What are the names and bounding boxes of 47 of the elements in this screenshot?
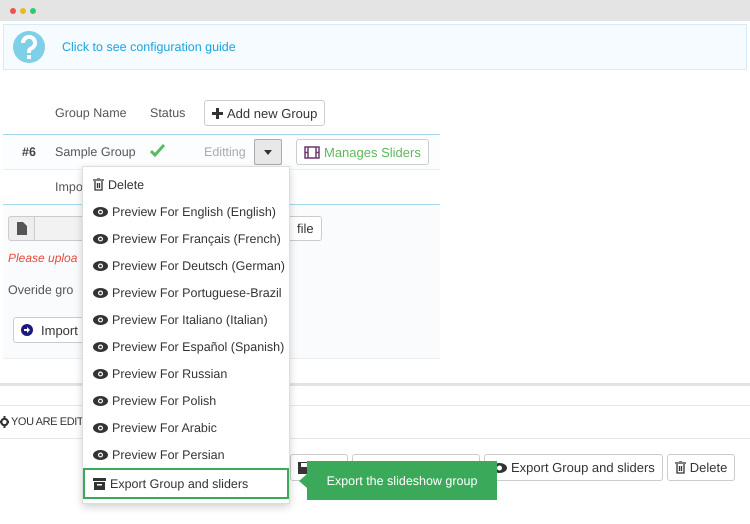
eye-icon	[93, 314, 108, 324]
arrow-circle-icon	[21, 324, 33, 336]
eye-icon	[93, 450, 108, 460]
trash-icon	[93, 178, 104, 191]
menu-item[interactable]: Export Group and sliders	[83, 468, 289, 499]
trash-icon	[674, 461, 686, 474]
eye-icon	[93, 368, 108, 378]
menu-item[interactable]: Preview For Deutsch (German)	[83, 252, 289, 279]
column-header: Group Name	[55, 106, 128, 120]
minimize-dot-icon[interactable]	[20, 8, 26, 14]
gear-icon	[0, 415, 9, 429]
film-icon	[304, 146, 320, 158]
menu-item[interactable]: Preview For Polish	[83, 387, 289, 414]
dropdown-toggle[interactable]	[254, 139, 282, 165]
tooltip-pointer	[299, 474, 307, 488]
eye-icon	[93, 288, 108, 298]
plus-icon	[212, 108, 223, 118]
import-label: Impo	[55, 180, 83, 194]
editing-label: Editting	[204, 145, 247, 159]
menu-item[interactable]: Preview For Persian	[83, 441, 289, 468]
export-button[interactable]: Export Group and sliders	[484, 454, 663, 481]
help-icon	[12, 30, 46, 64]
archive-icon	[93, 478, 106, 490]
eye-icon	[93, 234, 108, 244]
menu-item[interactable]: Preview For Español (Spanish)	[83, 333, 289, 360]
close-dot-icon[interactable]	[10, 8, 16, 14]
menu-item[interactable]: Preview For Russian	[83, 360, 289, 387]
menu-item[interactable]: Delete	[83, 171, 289, 198]
maximize-dot-icon[interactable]	[30, 8, 36, 14]
menu-item[interactable]: Preview For Portuguese-Brazil	[83, 279, 289, 306]
menu-item[interactable]: Preview For Italiano (Italian)	[83, 306, 289, 333]
group-id: #6	[21, 145, 37, 159]
column-header: Status	[150, 106, 186, 120]
error-message: Please uploa	[8, 251, 78, 265]
add-group-button[interactable]: Add new Group	[204, 100, 326, 126]
override-label: Overide gro	[8, 283, 74, 297]
section-heading: YOU ARE EDIT	[11, 416, 84, 428]
caret-icon	[264, 150, 272, 154]
group-name: Sample Group	[55, 145, 137, 159]
tooltip: Export the slideshow group	[307, 461, 497, 500]
eye-icon	[93, 260, 108, 270]
menu-item[interactable]: Preview For Arabic	[83, 414, 289, 441]
delete-button[interactable]: Delete	[666, 454, 736, 481]
eye-icon	[93, 342, 108, 352]
eye-icon	[93, 206, 108, 216]
eye-icon	[93, 396, 108, 406]
eye-icon	[93, 422, 108, 432]
